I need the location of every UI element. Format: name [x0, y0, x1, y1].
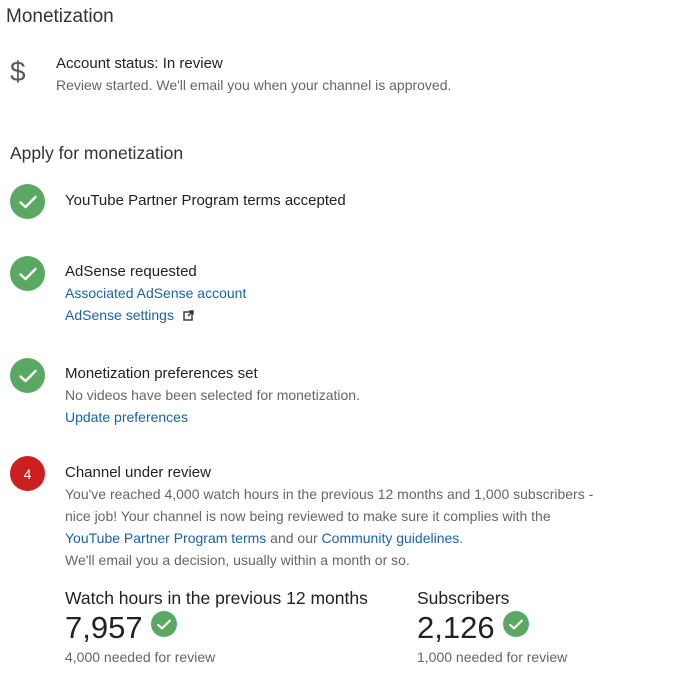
check-circle-icon — [10, 256, 45, 291]
desc-text: You've reached 4,000 watch hours in the … — [65, 486, 594, 524]
check-circle-icon — [150, 611, 177, 637]
dollar-icon: $ — [10, 56, 26, 87]
desc-text: and our — [266, 530, 322, 546]
monetization-page: Monetization $ Account status: In review… — [0, 0, 696, 696]
review-description: You've reached 4,000 watch hours in the … — [65, 483, 605, 549]
associated-adsense-account-link[interactable]: Associated AdSense account — [65, 282, 246, 304]
step-number-badge: 4 — [10, 456, 45, 491]
step-title: YouTube Partner Program terms accepted — [65, 192, 346, 209]
adsense-settings-link[interactable]: AdSense settings — [65, 304, 174, 326]
section-title: Apply for monetization — [10, 143, 184, 163]
metric-label: Subscribers — [417, 588, 510, 608]
community-guidelines-link[interactable]: Community guidelines — [322, 530, 460, 546]
metric-label: Watch hours in the previous 12 months — [65, 588, 368, 608]
update-preferences-link[interactable]: Update preferences — [65, 406, 188, 428]
account-status-subtitle: Review started. We'll email you when you… — [56, 77, 452, 93]
external-link-icon[interactable] — [183, 308, 195, 326]
watch-hours-value: 7,957 — [65, 610, 143, 645]
review-email-note: We'll email you a decision, usually with… — [65, 552, 410, 568]
step-title: Monetization preferences set — [65, 365, 258, 382]
check-circle-icon — [10, 184, 45, 219]
metric-needed: 4,000 needed for review — [65, 649, 216, 665]
step-title: AdSense requested — [65, 263, 197, 280]
account-status-title: Account status: In review — [56, 55, 223, 72]
check-circle-icon — [502, 611, 529, 637]
subscribers-metric: Subscribers 2,126 1,000 needed for revie… — [417, 587, 567, 665]
subscribers-value: 2,126 — [417, 610, 495, 645]
check-circle-icon — [10, 358, 45, 393]
partner-program-terms-link[interactable]: YouTube Partner Program terms — [65, 530, 266, 546]
watch-hours-metric: Watch hours in the previous 12 months 7,… — [65, 587, 368, 665]
desc-text: . — [459, 530, 464, 546]
metric-needed: 1,000 needed for review — [417, 649, 568, 665]
page-title: Monetization — [6, 6, 114, 27]
account-status: $ Account status: In review Review start… — [10, 55, 670, 100]
step-title: Channel under review — [65, 464, 211, 481]
step-text: No videos have been selected for monetiz… — [65, 387, 360, 403]
